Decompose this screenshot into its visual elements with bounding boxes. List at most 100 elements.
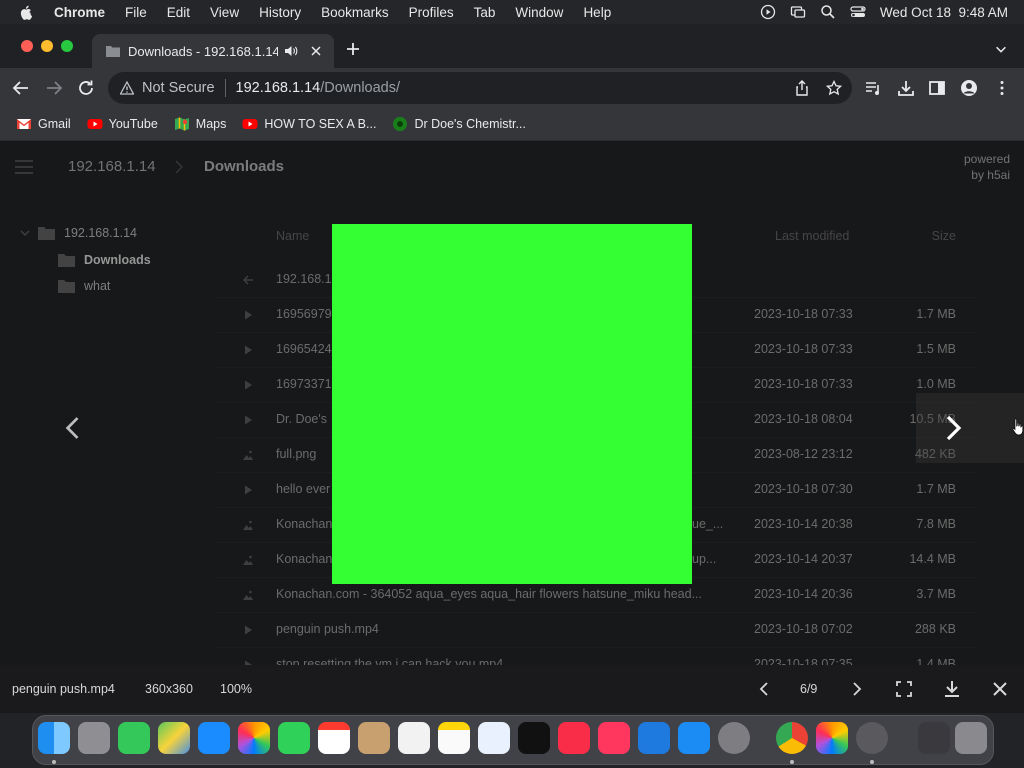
folder-favicon-icon	[106, 46, 120, 57]
close-tab-icon[interactable]	[310, 45, 322, 57]
next-arrow-icon[interactable]	[847, 680, 865, 698]
tab-search-chevron-icon[interactable]	[994, 42, 1008, 56]
security-status[interactable]: Not Secure	[142, 80, 215, 96]
previous-arrow-icon[interactable]	[756, 680, 774, 698]
menu-tab[interactable]: Tab	[474, 5, 496, 20]
bookmarks-bar: Gmail YouTube Maps HOW TO SEX A B... Dr …	[0, 108, 1024, 141]
chevron-right-icon	[946, 415, 962, 441]
menu-help[interactable]: Help	[583, 5, 611, 20]
dock	[32, 715, 994, 765]
profile-avatar-icon[interactable]	[960, 79, 978, 97]
chrome-icon[interactable]	[776, 722, 808, 754]
trash-icon[interactable]	[955, 722, 987, 754]
media-controls-icon[interactable]	[864, 79, 882, 97]
new-tab-plus-icon[interactable]	[345, 41, 361, 57]
facetime-icon[interactable]	[278, 722, 310, 754]
url-host: 192.168.1.14	[235, 80, 321, 96]
speaker-icon[interactable]	[284, 44, 298, 58]
omnibox-divider	[224, 79, 226, 97]
messages-icon[interactable]	[118, 722, 150, 754]
apple-tv-icon[interactable]	[518, 722, 550, 754]
menu-profiles[interactable]: Profiles	[409, 5, 454, 20]
desktop-area	[0, 713, 1024, 768]
notes-icon[interactable]	[438, 722, 470, 754]
maps-app-icon[interactable]	[158, 722, 190, 754]
system-settings-icon[interactable]	[718, 722, 750, 754]
gmail-icon	[17, 119, 31, 129]
spotlight-search-icon[interactable]	[820, 4, 836, 20]
running-indicator	[870, 760, 874, 764]
side-panel-icon[interactable]	[928, 79, 946, 97]
music-icon[interactable]	[558, 722, 590, 754]
menu-app-name[interactable]: Chrome	[54, 5, 105, 20]
fullscreen-icon[interactable]	[895, 680, 913, 698]
recent-window-thumbnail[interactable]	[918, 722, 950, 754]
contacts-icon[interactable]	[358, 722, 390, 754]
bookmark-label: Gmail	[38, 117, 71, 131]
viewer-filename: penguin push.mp4	[12, 682, 115, 696]
quicktime-icon[interactable]	[856, 722, 888, 754]
previous-item-button[interactable]	[56, 408, 90, 448]
photos-icon[interactable]	[238, 722, 270, 754]
menu-clock[interactable]: Wed Oct 18 9:48 AM	[880, 5, 1008, 20]
tab-downloads[interactable]: Downloads - 192.168.1.14	[92, 34, 334, 68]
close-viewer-icon[interactable]	[991, 680, 1009, 698]
address-bar[interactable]: Not Secure 192.168.1.14/Downloads/	[108, 72, 852, 104]
reload-icon[interactable]	[77, 79, 95, 97]
bookmark-star-icon[interactable]	[826, 80, 842, 96]
menu-file[interactable]: File	[125, 5, 147, 20]
news-icon[interactable]	[598, 722, 630, 754]
more-menu-icon[interactable]	[993, 79, 1011, 97]
viewer-zoom: 100%	[220, 682, 252, 696]
mail-icon[interactable]	[198, 722, 230, 754]
close-window-button[interactable]	[21, 40, 33, 52]
freeform-icon[interactable]	[478, 722, 510, 754]
menu-history[interactable]: History	[259, 5, 301, 20]
photos-alt-icon[interactable]	[816, 722, 848, 754]
hand-cursor-icon	[1012, 418, 1024, 436]
warning-triangle-icon[interactable]	[120, 81, 134, 95]
bookmark-label: HOW TO SEX A B...	[264, 117, 377, 131]
maps-icon	[174, 117, 189, 131]
media-preview[interactable]	[332, 224, 692, 584]
menu-bookmarks[interactable]: Bookmarks	[321, 5, 389, 20]
running-indicator	[790, 760, 794, 764]
control-center-icon[interactable]	[850, 4, 866, 20]
viewer-toolbar: penguin push.mp4 360x360 100% 6/9	[0, 665, 1024, 713]
bookmark-youtube[interactable]: YouTube	[87, 116, 158, 132]
back-arrow-icon[interactable]	[12, 79, 30, 97]
download-icon[interactable]	[943, 680, 961, 698]
downloads-icon[interactable]	[897, 79, 915, 97]
calendar-icon[interactable]	[318, 722, 350, 754]
app-store-icon[interactable]	[678, 722, 710, 754]
share-icon[interactable]	[794, 80, 810, 96]
menu-edit[interactable]: Edit	[167, 5, 190, 20]
browser-toolbar: Not Secure 192.168.1.14/Downloads/	[0, 68, 1024, 108]
bookmark-youtube-video[interactable]: HOW TO SEX A B...	[242, 116, 376, 132]
play-circle-icon[interactable]	[760, 4, 776, 20]
bookmark-gmail[interactable]: Gmail	[16, 116, 71, 132]
bookmark-chemistry[interactable]: Dr Doe's Chemistr...	[392, 116, 526, 132]
youtube-icon	[87, 119, 103, 129]
youtube-icon	[242, 119, 258, 129]
reminders-icon[interactable]	[398, 722, 430, 754]
bookmark-label: Maps	[195, 117, 227, 131]
menu-view[interactable]: View	[210, 5, 239, 20]
apple-icon[interactable]	[18, 4, 34, 20]
url-path: /Downloads/	[320, 80, 401, 96]
launchpad-icon[interactable]	[78, 722, 110, 754]
next-item-button[interactable]	[916, 393, 1024, 463]
minimize-window-button[interactable]	[41, 40, 53, 52]
keynote-icon[interactable]	[638, 722, 670, 754]
zoom-window-button[interactable]	[61, 40, 73, 52]
viewer-dimensions: 360x360	[145, 682, 193, 696]
finder-icon[interactable]	[38, 722, 70, 754]
chevron-left-icon	[65, 417, 79, 439]
tab-title: Downloads - 192.168.1.14	[128, 43, 278, 59]
screen-mirroring-icon[interactable]	[790, 4, 806, 20]
forward-arrow-icon[interactable]	[45, 79, 63, 97]
bookmark-maps[interactable]: Maps	[174, 116, 227, 132]
site-icon	[393, 117, 408, 131]
viewer-counter: 6/9	[800, 682, 818, 696]
menu-window[interactable]: Window	[515, 5, 563, 20]
